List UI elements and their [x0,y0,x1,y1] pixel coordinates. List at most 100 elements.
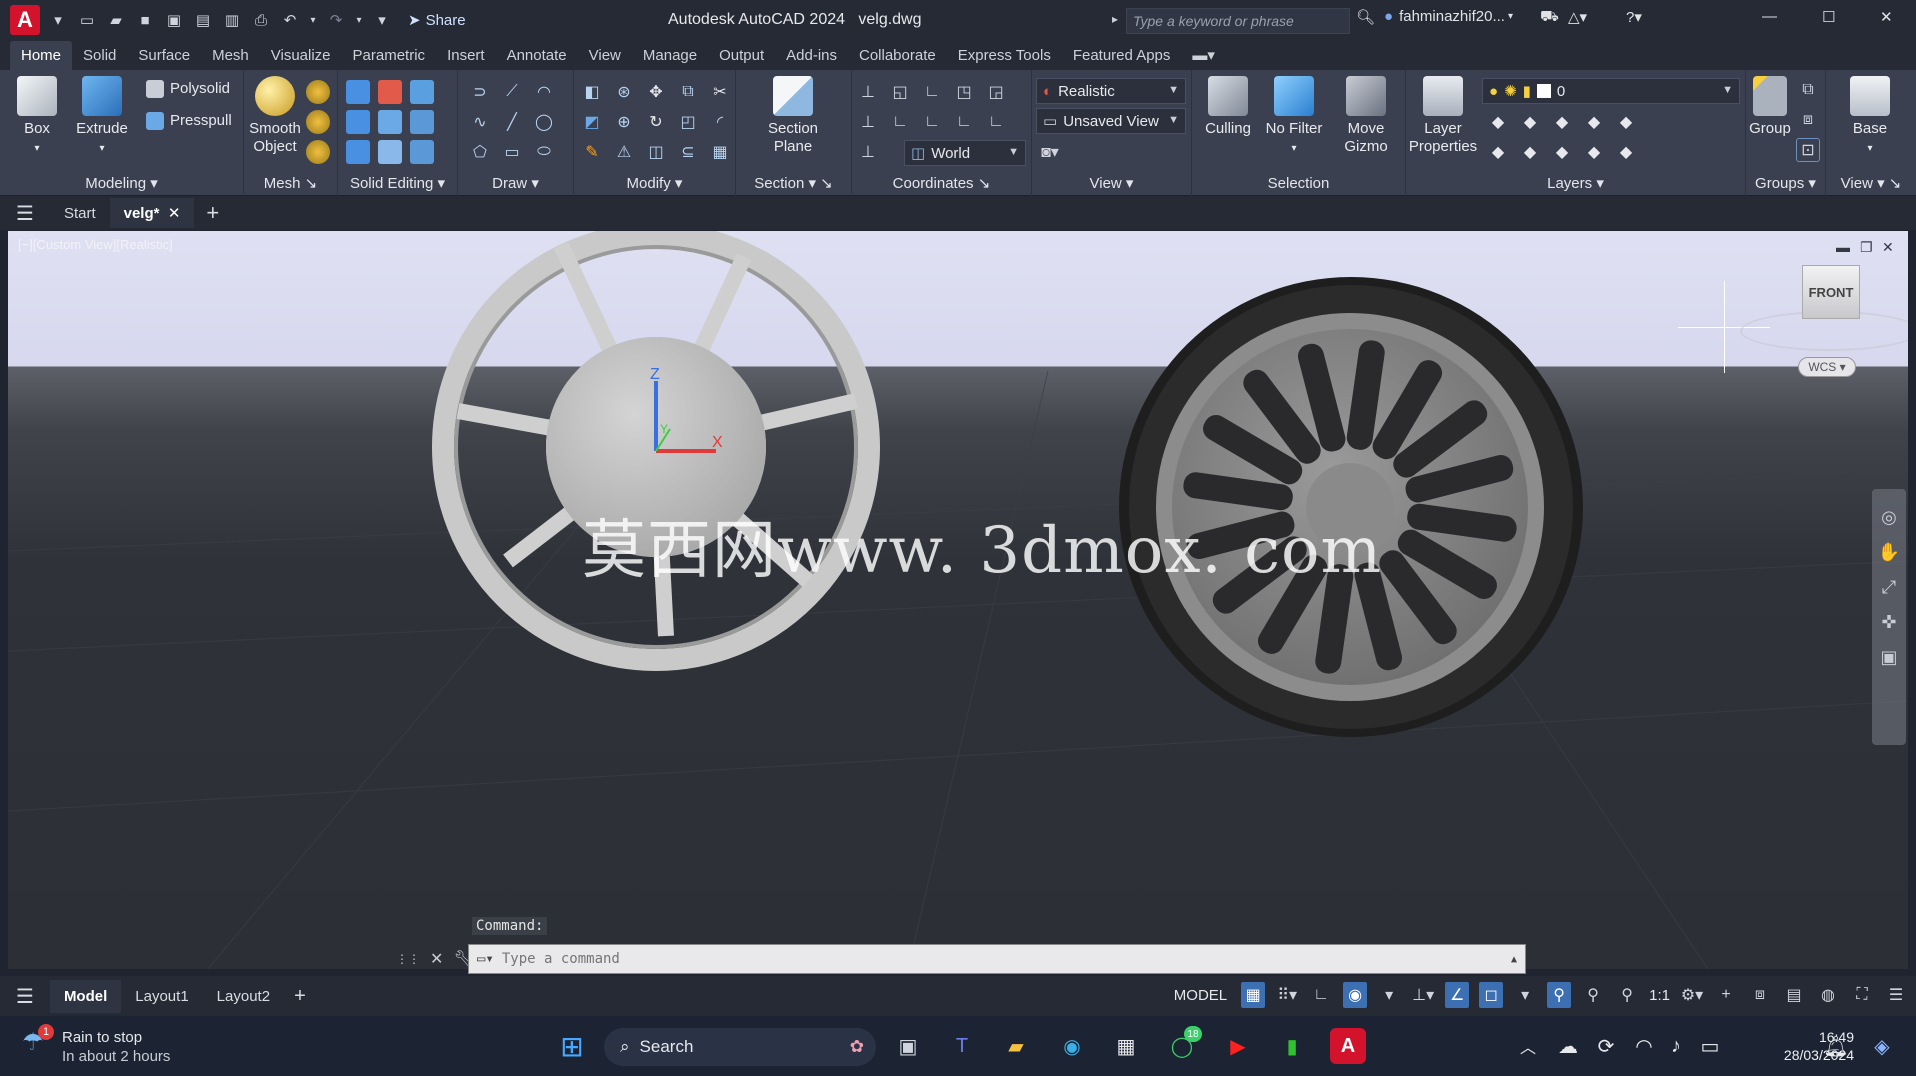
new-tab-button[interactable]: + [194,198,231,228]
drawing-viewport[interactable]: [−][Custom View][Realistic] ▬ ❐ ✕ Z X Y … [8,231,1908,969]
layer-lock-icon[interactable]: ◆ [1582,110,1606,134]
copilot-icon[interactable]: ◈ [1864,1028,1900,1064]
extract-edges-icon[interactable] [410,110,434,134]
3d-array-icon[interactable]: ◩ [580,110,604,134]
copy-icon[interactable]: ⧉ [676,80,700,104]
save-icon[interactable]: ■ [134,9,156,31]
object-snap-dropdown-icon[interactable]: ▾ [1513,982,1537,1008]
tab-start[interactable]: Start [50,199,110,228]
panel-label-draw[interactable]: Draw ▾ [458,174,573,192]
smooth-less-icon[interactable] [306,110,330,134]
isolate-objects-icon[interactable]: ◍ [1816,982,1840,1008]
customize-qat-icon[interactable]: ▾ [371,9,393,31]
layer-isolate-icon[interactable]: ◆ [1518,110,1542,134]
zoom-extents-icon[interactable]: ⤢ [1882,577,1896,598]
tab-surface[interactable]: Surface [127,41,201,70]
layer-thaw-icon[interactable]: ◆ [1550,140,1574,164]
polysolid-button[interactable]: Polysolid [146,80,230,98]
tab-express-tools[interactable]: Express Tools [947,41,1062,70]
edge-icon[interactable]: ◉ [1054,1028,1090,1064]
intersect-icon[interactable] [346,110,370,134]
viewcube-front[interactable]: FRONT [1802,265,1860,319]
ungroup-icon[interactable]: ⧉ [1796,78,1820,102]
search-icon[interactable]: 🔍︎ [1356,8,1375,26]
tab-annotate[interactable]: Annotate [496,41,578,70]
show-hidden-icons-icon[interactable]: ︿ [1510,1028,1546,1064]
refine-mesh-icon[interactable] [306,140,330,164]
tab-layout1[interactable]: Layout1 [121,980,202,1013]
rotate-icon[interactable]: ↻ [644,110,668,134]
tab-layout2[interactable]: Layout2 [203,980,284,1013]
orbit-icon[interactable]: ✜ [1881,612,1896,633]
ucs-y-icon[interactable]: ∟ [920,110,944,134]
layer-make-current-icon[interactable]: ◆ [1614,110,1638,134]
group-button[interactable]: Group [1748,76,1792,138]
panel-label-view[interactable]: View ▾ [1032,174,1191,192]
battery-icon[interactable]: ▭ [1692,1028,1728,1064]
teams-icon[interactable]: T [944,1028,980,1064]
close-command-icon[interactable]: ✕ [430,949,443,969]
tab-add-ins[interactable]: Add-ins [775,41,848,70]
trim-icon[interactable]: ✂ [708,80,732,104]
annotation-scale-value[interactable]: 1:1 [1649,987,1670,1004]
redo-icon[interactable]: ↷ [325,9,347,31]
wcs-menu[interactable]: WCS ▾ [1798,357,1856,377]
app-green-icon[interactable]: ▮ [1274,1028,1310,1064]
3d-rotate-icon[interactable]: ⊛ [612,80,636,104]
tab-insert[interactable]: Insert [436,41,496,70]
store-icon[interactable]: ▦ [1108,1028,1144,1064]
layout-menu-icon[interactable]: ☰ [0,978,50,1015]
object-snap-icon[interactable]: ◻ [1479,982,1504,1008]
search-expand-icon[interactable]: ▸ [1112,12,1118,26]
arc-icon[interactable]: ◠ [532,80,556,104]
panel-label-view-base[interactable]: View ▾ ↘ [1826,174,1916,192]
polar-tracking-icon[interactable]: ◉ [1343,982,1368,1008]
tab-manage[interactable]: Manage [632,41,708,70]
tab-visualize[interactable]: Visualize [260,41,342,70]
grid-icon[interactable]: ▦ [1241,982,1266,1008]
snap-icon[interactable]: ⠿▾ [1275,982,1299,1008]
ucs-object-icon[interactable]: ◳ [952,80,976,104]
line-icon[interactable]: ⊃ [468,80,492,104]
layer-freeze-icon[interactable]: ◆ [1550,110,1574,134]
sync-icon[interactable]: ⟳ [1588,1028,1624,1064]
whatsapp-icon[interactable]: ◯ 18 [1164,1026,1202,1064]
notification-bell-icon[interactable]: 🔔︎ [1818,1028,1854,1064]
layer-combo[interactable]: ● ✺ ▮ 0 ▼ [1482,78,1740,104]
move-icon[interactable]: ✥ [644,80,668,104]
panel-label-layers[interactable]: Layers ▾ [1406,174,1745,192]
recent-commands-icon[interactable]: ▭▾ [469,951,502,967]
weather-widget[interactable]: ☂ 1 Rain to stop In about 2 hours [22,1024,170,1066]
showmotion-icon[interactable]: ▣ [1880,647,1897,668]
subtract-icon[interactable] [378,80,402,104]
mirror-icon[interactable]: ⚠ [612,140,636,164]
tab-parametric[interactable]: Parametric [342,41,437,70]
scale-icon[interactable]: ◰ [676,110,700,134]
workspace-gear-icon[interactable]: ⚙▾ [1680,982,1704,1008]
no-filter-button[interactable]: No Filter ▾ [1258,76,1330,158]
autodesk-app-icon[interactable]: △▾ [1568,8,1587,26]
slice-icon[interactable] [410,80,434,104]
erase-icon[interactable]: ✎ [580,140,604,164]
3d-mirror-icon[interactable]: ⊕ [612,110,636,134]
layer-on-icon[interactable]: ◆ [1486,140,1510,164]
app-menu-chevron-icon[interactable]: ▾ [47,9,69,31]
group-selection-icon[interactable]: ⊡ [1796,138,1820,162]
spline-icon[interactable]: ∿ [468,110,492,134]
steering-wheel-icon[interactable]: ◎ [1881,507,1897,528]
panel-label-section[interactable]: Section ▾ ↘ [736,174,851,192]
quick-properties-icon[interactable]: ▤ [1782,982,1806,1008]
tab-home[interactable]: Home [10,41,73,70]
ucs-combo[interactable]: ◫ World ▼ [904,140,1026,166]
ucs-origin-icon[interactable]: ∟ [920,80,944,104]
volume-icon[interactable]: ♪ [1658,1028,1694,1064]
save-as-icon[interactable]: ▣ [163,9,185,31]
box-button[interactable]: Box ▾ [14,76,60,158]
polar-dropdown-icon[interactable]: ▾ [1377,982,1401,1008]
viewport-config-icon[interactable]: ◙▾ [1038,140,1062,164]
windows-start-icon[interactable]: ⊞ [554,1028,590,1064]
menu-hamburger-icon[interactable]: ☰ [0,197,50,230]
smooth-object-button[interactable]: Smooth Object [246,76,304,156]
new-file-icon[interactable]: ▭ [76,9,98,31]
tab-file[interactable]: velg* ✕ [109,198,195,228]
